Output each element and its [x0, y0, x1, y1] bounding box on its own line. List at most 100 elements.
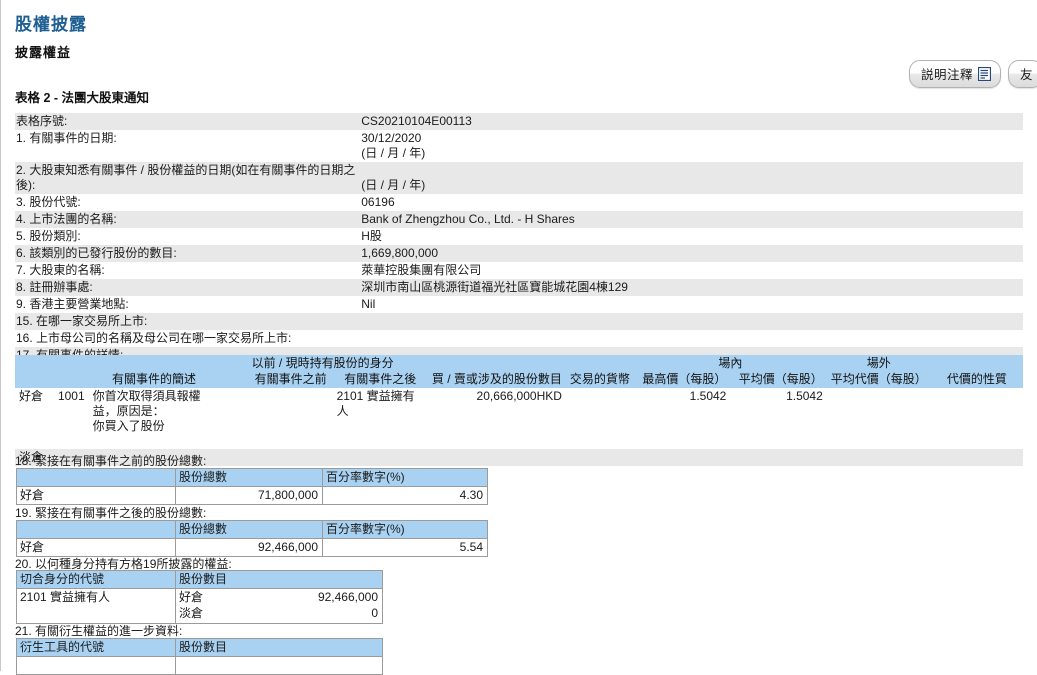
info-label: 5. 股份類別: [16, 229, 81, 243]
explanatory-notes-label: 説明注釋 [920, 68, 973, 82]
info-label: 16. 上市母公司的名稱及母公司在哪一家交易所上市: [16, 331, 292, 345]
info-value: 30/12/2020 (日 / 月 / 年) [360, 130, 1023, 162]
info-value: (日 / 月 / 年) [360, 162, 1023, 194]
table-row: 7. 大股東的名稱: 萊華控股集團有限公司 [15, 262, 1023, 279]
section-20-short-label: 淡倉 [179, 606, 204, 620]
table-row: 2. 大股東知悉有關事件 / 股份權益的日期(如在有關事件的日期之後): (日 … [15, 162, 1023, 194]
header-capacity-group: 以前 / 現時持有股份的身分 [219, 355, 428, 371]
header-offexchange-group: 場外 [826, 355, 931, 371]
info-value: 06196 [361, 195, 395, 209]
blank-header-code [51, 355, 89, 371]
table-header-row: 衍生工具的代號 股份數目 [16, 638, 383, 657]
table-row: 4. 上市法團的名稱: Bank of Zhengzhou Co., Ltd. … [15, 211, 1023, 228]
section-18-table: 股份總數 百分率數字(%) 好倉 71,800,000 4.30 [16, 468, 488, 505]
page-title: 股權披露 [15, 15, 87, 34]
long-position-highest-price: 1.5042 [689, 389, 727, 403]
section-20-col-shares: 股份數目 [175, 570, 383, 589]
event-spacer-cell [15, 435, 1023, 449]
event-desc-line-3: 你買入了股份 [92, 419, 165, 433]
info-label: 9. 香港主要營業地點: [16, 297, 129, 311]
info-value: Nil [361, 297, 376, 311]
long-position-event-description: 你首次取得須具報權 益，原因是： 你買入了股份 [89, 388, 220, 435]
info-value: 深圳市南山區桃源街道福光社區寶能城花園4棟129 [360, 279, 1023, 296]
info-label: 1. 有關事件的日期: [16, 131, 117, 145]
page-subtitle: 披露權益 [15, 45, 72, 60]
aware-date-format-note: (日 / 月 / 年) [361, 178, 426, 192]
header-capacity-before: 有關事件之前 [219, 371, 333, 388]
header-capacity-after: 有關事件之後 [332, 371, 428, 388]
section-18-row-label: 好倉 [16, 486, 176, 505]
long-position-shares-involved: 20,666,000HKD [428, 388, 566, 435]
section-20-capacity-cell: 2101 實益擁有人 [16, 588, 176, 624]
header-event-description: 有關事件的簡述 [88, 355, 220, 388]
section-18-row-percent: 4.30 [322, 486, 488, 505]
section-20-long-label: 好倉 [179, 590, 204, 604]
event-date-format-note: (日 / 月 / 年) [361, 146, 426, 160]
long-position-avg-consideration [827, 388, 931, 435]
section-18-label: 18. 緊接在有關事件之前的股份總數: [15, 454, 207, 468]
section-21-row-shares [175, 656, 383, 675]
section-21-col-code: 衍生工具的代號 [16, 638, 176, 657]
section-20-short-value: 0 [371, 606, 378, 620]
section-19-row-percent: 5.54 [322, 538, 488, 557]
event-details-table: 有關事件的簡述 以前 / 現時持有股份的身分 買 / 賣或涉及的股份數目 交易的… [15, 355, 1023, 466]
table-row [16, 656, 383, 675]
section-20-short-row: 淡倉 0 [176, 605, 382, 621]
section-19-table: 股份總數 百分率數字(%) 好倉 92,466,000 5.54 [16, 520, 488, 557]
secondary-toolbar-label: 友 [1019, 68, 1033, 82]
long-position-capacity-before [219, 388, 332, 435]
info-value [360, 330, 1023, 347]
table-row: 2101 實益擁有人 好倉 92,466,000 淡倉 0 [16, 588, 383, 624]
info-label: 4. 上市法團的名稱: [15, 211, 361, 228]
table-header-row: 切合身分的代號 股份數目 [16, 570, 383, 589]
section-21-label: 21. 有關衍生權益的進一步資料: [15, 624, 183, 638]
info-value: CS20210104E00113 [360, 113, 1023, 130]
table-row: 9. 香港主要營業地點: Nil [15, 296, 1023, 313]
info-label: 8. 註冊辦事處: [15, 279, 361, 296]
header-currency: 交易的貨幣 [565, 355, 634, 388]
page-root: 股權披露 披露權益 表格 2 - 法團大股東通知 説明注釋 友 表格序號: CS… [0, 0, 1037, 675]
long-position-event-code: 1001 [57, 389, 85, 403]
explanatory-notes-button[interactable]: 説明注釋 [908, 60, 1001, 88]
table-row: 5. 股份類別: H股 [15, 228, 1023, 245]
info-label: 7. 大股東的名稱: [16, 263, 105, 277]
header-average-consideration: 平均代價（每股） [826, 371, 931, 388]
section-19-row-label: 好倉 [16, 538, 176, 557]
info-value: 萊華控股集團有限公司 [361, 263, 482, 277]
info-value: 1,669,800,000 [360, 245, 1023, 262]
table-header-row: 股份總數 百分率數字(%) [16, 468, 488, 487]
table-header-row: 股份總數 百分率數字(%) [16, 520, 488, 539]
section-21-table: 衍生工具的代號 股份數目 [16, 638, 383, 675]
section-18-row-total: 71,800,000 [175, 486, 323, 505]
shares-involved-currency: HKD [536, 389, 562, 403]
event-header-group-row: 有關事件的簡述 以前 / 現時持有股份的身分 買 / 賣或涉及的股份數目 交易的… [15, 355, 1023, 388]
info-label: 15. 在哪一家交易所上市: [15, 313, 361, 330]
section-21-row-code [16, 656, 176, 675]
info-label: 2. 大股東知悉有關事件 / 股份權益的日期(如在有關事件的日期之後): [15, 162, 361, 194]
table-row: 3. 股份代號: 06196 [15, 194, 1023, 211]
event-desc-line-2: 益，原因是： [92, 404, 165, 418]
section-21-col-shares: 股份數目 [175, 638, 383, 657]
secondary-toolbar-button[interactable]: 友 [1007, 60, 1037, 88]
section-20-table: 切合身分的代號 股份數目 2101 實益擁有人 好倉 92,466,000 淡倉 [16, 570, 383, 624]
shares-involved-value: 20,666,000 [476, 389, 537, 403]
blank-subheader-code [51, 371, 89, 388]
form-title: 表格 2 - 法團大股東通知 [15, 91, 150, 105]
info-value [360, 313, 1023, 330]
section-19-row-total: 92,466,000 [175, 538, 323, 557]
section-20-long-row: 好倉 92,466,000 [176, 589, 382, 605]
section-19-label: 19. 緊接在有關事件之後的股份總數: [15, 506, 207, 520]
long-position-average-price: 1.5042 [786, 389, 823, 403]
capacity-after-code: 2101 [336, 389, 364, 403]
event-spacer-row [15, 435, 1023, 449]
table-row: 6. 該類別的已發行股份的數目: 1,669,800,000 [15, 245, 1023, 262]
section-19-col-blank [16, 520, 176, 539]
table-row: 16. 上市母公司的名稱及母公司在哪一家交易所上市: [15, 330, 1023, 347]
blank-header-position [15, 355, 52, 371]
section-18-col-total: 股份總數 [175, 468, 323, 487]
section-20-col-code: 切合身分的代號 [16, 570, 176, 589]
info-label: 表格序號: [15, 113, 361, 130]
shareholder-info-table: 表格序號: CS20210104E00113 1. 有關事件的日期: 30/12… [15, 113, 1023, 364]
event-desc-line-1: 你首次取得須具報權 [92, 389, 201, 403]
event-date-value: 30/12/2020 [361, 131, 422, 145]
